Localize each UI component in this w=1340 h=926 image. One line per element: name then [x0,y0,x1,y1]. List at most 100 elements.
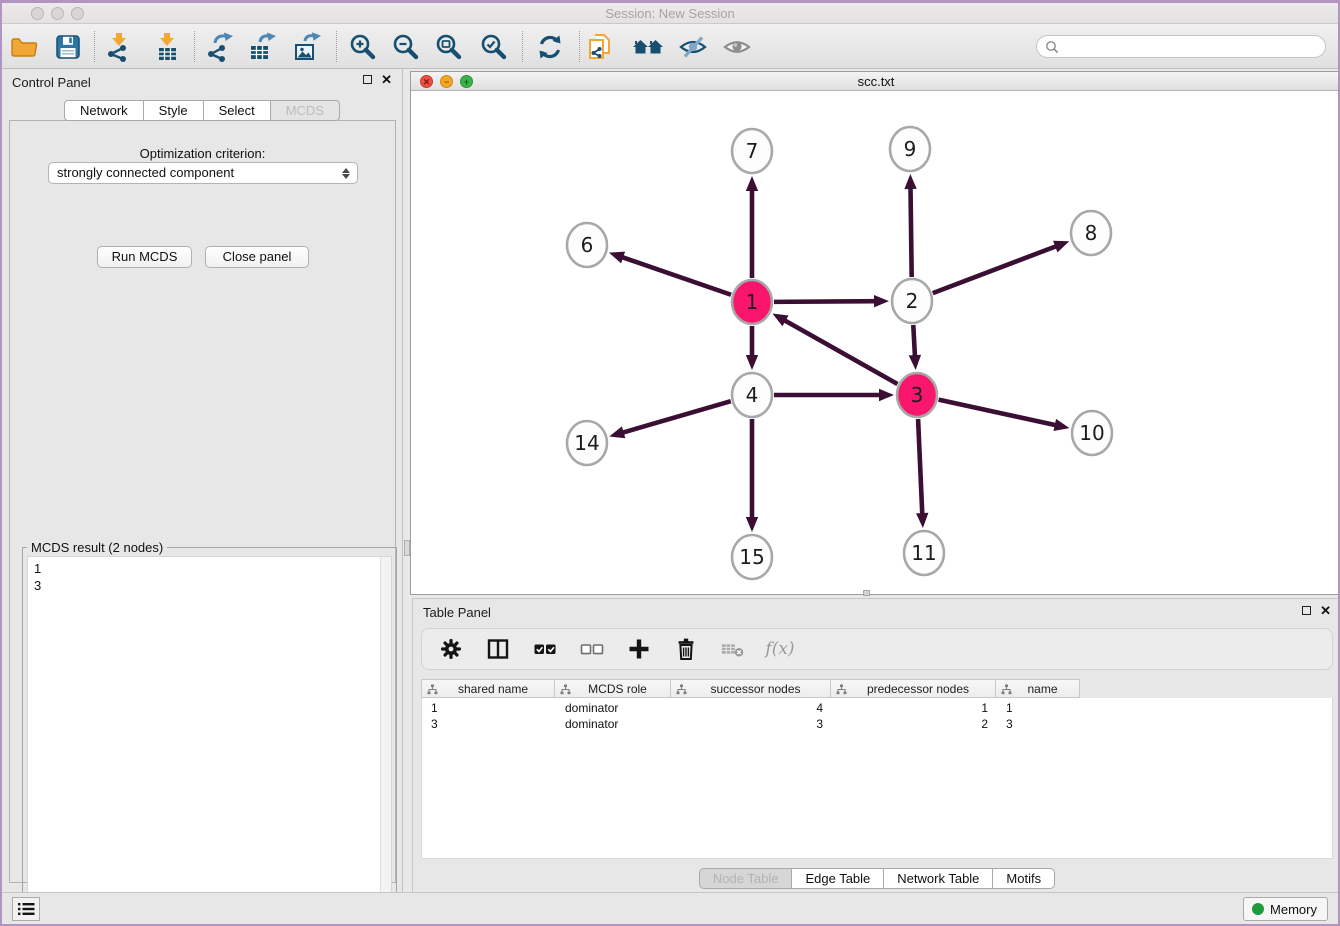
table-header-row: shared nameMCDS rolesuccessor nodesprede… [421,679,1080,698]
show-column-panel-button[interactable] [485,636,511,662]
tab-select[interactable]: Select [204,100,271,121]
column-header-shared-name[interactable]: shared name [421,679,555,698]
float-panel-icon[interactable] [363,75,372,84]
column-header-predecessor-nodes[interactable]: predecessor nodes [831,679,996,698]
search-field[interactable] [1036,35,1326,58]
memory-label: Memory [1270,902,1317,917]
table-row[interactable]: 3dominator323 [422,716,1081,732]
graph-edge-2-8[interactable] [933,241,1070,293]
graph-node-11[interactable]: 11 [904,531,944,575]
delete-column-button[interactable] [673,636,699,662]
graph-edge-1-2[interactable] [774,295,889,307]
zoom-out-icon [391,32,421,62]
column-header-name[interactable]: name [996,679,1080,698]
deselect-all-columns-button[interactable] [579,636,605,662]
new-network-button[interactable] [203,30,237,64]
table-close-icon[interactable]: ✕ [1320,606,1331,615]
graph-node-8[interactable]: 8 [1071,211,1111,255]
search-input[interactable] [1059,40,1325,54]
create-column-button[interactable] [626,636,652,662]
graph-edge-2-9[interactable] [904,174,916,277]
graph-edge-1-4[interactable] [746,326,758,370]
zoom-fit-icon [434,32,464,62]
import-table-button[interactable] [150,30,184,64]
graph-node-4[interactable]: 4 [732,373,772,417]
graph-edge-3-1[interactable] [772,314,897,384]
canvas-splitter-handle[interactable] [863,590,870,596]
graph-node-9[interactable]: 9 [890,127,930,171]
result-scrollbar[interactable] [380,557,391,926]
table-body: 1dominator4113dominator323 [421,698,1333,859]
run-mcds-button[interactable]: Run MCDS [97,246,192,268]
graph-edge-3-10[interactable] [939,400,1070,431]
toolbar-separator [94,31,95,62]
open-session-button[interactable] [7,30,41,64]
save-session-button[interactable] [51,30,85,64]
graph-edge-2-3[interactable] [909,325,921,370]
task-history-button[interactable] [12,897,40,921]
mcds-result-list[interactable]: 1 3 [27,556,392,926]
graph-node-7[interactable]: 7 [732,129,772,173]
tab-network-table[interactable]: Network Table [884,868,993,889]
eye-icon [722,32,752,62]
cell-predecessor-nodes: 2 [832,716,997,732]
application-window: Session: New Session [0,0,1340,926]
tab-network[interactable]: Network [64,100,144,121]
zoom-selected-button[interactable] [477,30,511,64]
table-settings-button[interactable] [438,636,464,662]
graph-edge-1-7[interactable] [746,176,758,278]
select-all-columns-button[interactable] [532,636,558,662]
tab-edge-table[interactable]: Edge Table [792,868,884,889]
graph-node-15[interactable]: 15 [732,535,772,579]
graph-node-10[interactable]: 10 [1072,411,1112,455]
graph-edge-4-3[interactable] [774,389,894,401]
plus-icon [626,636,652,662]
node-label: 2 [906,289,919,313]
tab-node-table[interactable]: Node Table [699,868,793,889]
graph-node-2[interactable]: 2 [892,279,932,323]
column-header-mcds-role[interactable]: MCDS role [555,679,671,698]
unchecked-boxes-icon [579,636,605,662]
memory-button[interactable]: Memory [1243,897,1328,921]
table-float-icon[interactable] [1302,606,1311,615]
table-tabs: Node TableEdge TableNetwork TableMotifs [413,868,1340,889]
zoom-fit-button[interactable] [432,30,466,64]
network-canvas[interactable]: 7 9 6 8 1 2 4 3 14 10 15 11 [411,91,1340,594]
graph-edge-1-6[interactable] [609,252,731,295]
zoom-in-button[interactable] [346,30,380,64]
clone-network-button[interactable] [583,30,617,64]
graph-edge-4-15[interactable] [746,419,758,532]
status-bar: Memory [2,892,1338,924]
import-network-button[interactable] [102,30,136,64]
cell-successor-nodes: 4 [672,700,832,716]
graph-edge-4-14[interactable] [609,401,731,438]
delete-table-button-disabled[interactable] [720,636,746,662]
table-panel-title: Table Panel [423,605,491,620]
hide-selected-button[interactable] [676,30,710,64]
home-button[interactable] [631,30,665,64]
graph-edge-3-11[interactable] [916,419,928,528]
column-header-successor-nodes[interactable]: successor nodes [671,679,831,698]
close-panel-icon[interactable]: ✕ [381,75,392,84]
tab-style[interactable]: Style [144,100,204,121]
function-builder-button-disabled[interactable]: f(x) [767,636,793,662]
graph-node-6[interactable]: 6 [567,223,607,267]
graph-node-3[interactable]: 3 [897,373,937,417]
cell-name: 1 [997,700,1081,716]
zoom-out-button[interactable] [389,30,423,64]
apply-layout-button[interactable] [533,30,567,64]
tab-motifs[interactable]: Motifs [993,868,1055,889]
control-panel: Control Panel ✕ NetworkStyleSelectMCDS O… [2,69,403,897]
close-panel-button[interactable]: Close panel [205,246,309,268]
table-row[interactable]: 1dominator411 [422,700,1081,716]
graph-node-1[interactable]: 1 [732,280,772,324]
tab-mcds[interactable]: MCDS [271,100,340,121]
show-all-button[interactable] [720,30,754,64]
graph-node-14[interactable]: 14 [567,421,607,465]
criterion-dropdown[interactable]: strongly connected component [48,162,358,184]
export-table-button[interactable] [246,30,280,64]
export-image-button[interactable] [291,30,325,64]
columns-icon [485,636,511,662]
node-label: 6 [581,233,594,257]
mcds-result-group: MCDS result (2 nodes) 1 3 [22,547,397,926]
